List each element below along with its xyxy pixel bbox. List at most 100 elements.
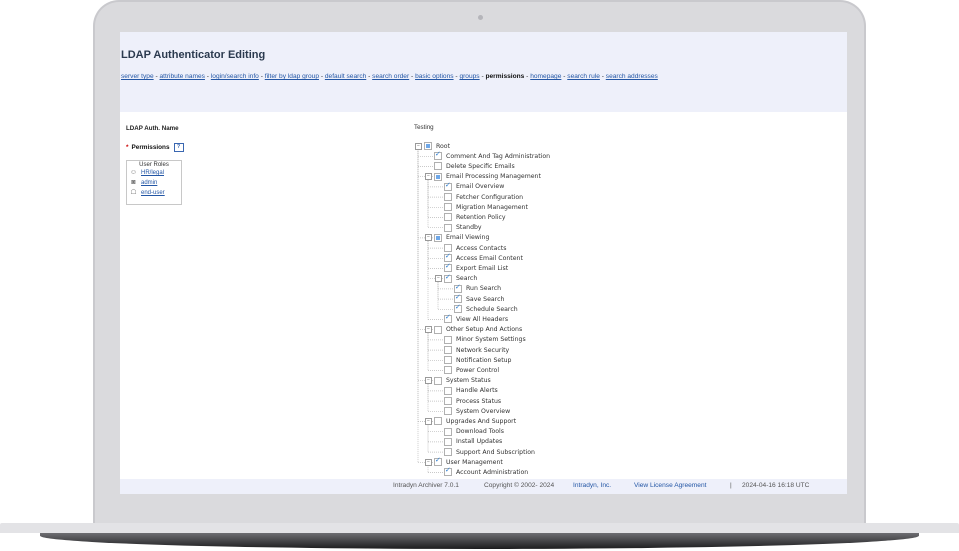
permission-checkbox[interactable] bbox=[434, 233, 442, 242]
tab-permissions[interactable]: permissions bbox=[485, 73, 524, 80]
permission-label[interactable]: Account Administration bbox=[456, 469, 528, 476]
tab-default-search[interactable]: default search bbox=[325, 73, 366, 80]
permission-label[interactable]: System Overview bbox=[456, 408, 510, 415]
permission-checkbox[interactable] bbox=[434, 417, 442, 426]
user-role-link[interactable]: end-user bbox=[141, 190, 165, 196]
permission-checkbox[interactable] bbox=[434, 172, 442, 181]
permission-checkbox[interactable] bbox=[434, 376, 442, 385]
permission-label[interactable]: Handle Alerts bbox=[456, 387, 498, 394]
tab-homepage[interactable]: homepage bbox=[530, 73, 561, 80]
permission-checkbox[interactable] bbox=[444, 223, 452, 232]
tree-toggle-icon[interactable]: − bbox=[425, 326, 432, 334]
permission-label[interactable]: Process Status bbox=[456, 398, 501, 405]
permission-checkbox[interactable] bbox=[444, 397, 452, 405]
permission-checkbox[interactable] bbox=[444, 213, 452, 222]
tab-filter-by-ldap-group[interactable]: filter by ldap group bbox=[265, 73, 319, 80]
page-header: LDAP Authenticator Editing server type -… bbox=[120, 32, 847, 112]
permission-label[interactable]: Access Email Content bbox=[456, 255, 523, 262]
permission-checkbox[interactable] bbox=[444, 356, 452, 365]
tree-toggle-icon[interactable]: − bbox=[415, 142, 422, 150]
tab-groups[interactable]: groups bbox=[459, 73, 479, 80]
permission-label[interactable]: Email Viewing bbox=[446, 234, 489, 241]
permission-checkbox[interactable] bbox=[424, 142, 432, 150]
permission-label[interactable]: Minor System Settings bbox=[456, 336, 526, 343]
tree-toggle-icon[interactable]: − bbox=[435, 275, 442, 283]
tree-toggle-icon[interactable]: − bbox=[425, 458, 432, 466]
permission-label[interactable]: Standby bbox=[456, 224, 482, 231]
permission-label[interactable]: Retention Policy bbox=[456, 214, 506, 221]
permission-checkbox[interactable] bbox=[444, 181, 452, 191]
laptop-base-bottom bbox=[40, 533, 919, 549]
tree-toggle-icon[interactable]: − bbox=[425, 173, 432, 181]
permission-label[interactable]: Install Updates bbox=[456, 438, 502, 445]
permission-checkbox[interactable] bbox=[454, 303, 462, 314]
permission-checkbox[interactable] bbox=[444, 262, 452, 273]
tree-toggle-icon[interactable]: − bbox=[425, 234, 432, 242]
permission-label[interactable]: View All Headers bbox=[456, 316, 508, 323]
permission-label[interactable]: Network Security bbox=[456, 347, 509, 354]
permission-label[interactable]: Upgrades And Support bbox=[446, 418, 516, 425]
permission-checkbox[interactable] bbox=[444, 407, 452, 416]
tab-search-addresses[interactable]: search addresses bbox=[606, 73, 658, 80]
permission-checkbox[interactable] bbox=[444, 252, 452, 263]
tab-attribute-names[interactable]: attribute names bbox=[160, 73, 205, 80]
help-icon[interactable]: ? bbox=[173, 143, 184, 152]
permission-label[interactable]: Save Search bbox=[466, 296, 504, 303]
permission-label[interactable]: Access Contacts bbox=[456, 245, 506, 252]
user-role-item[interactable]: ◙ admin bbox=[127, 178, 181, 188]
permission-checkbox[interactable] bbox=[444, 313, 452, 324]
permission-checkbox[interactable] bbox=[454, 293, 462, 303]
permission-checkbox[interactable] bbox=[434, 456, 442, 467]
permission-label[interactable]: Root bbox=[436, 143, 450, 150]
permission-label[interactable]: Delete Specific Emails bbox=[446, 163, 515, 170]
permission-label[interactable]: Notification Setup bbox=[456, 357, 511, 364]
permission-label[interactable]: Other Setup And Actions bbox=[446, 326, 522, 333]
permission-checkbox[interactable] bbox=[434, 162, 442, 171]
permission-checkbox[interactable] bbox=[444, 366, 452, 375]
tree-node: System Overview bbox=[444, 406, 510, 416]
user-role-item[interactable]: ☺ HR/legal bbox=[127, 168, 181, 178]
permission-checkbox[interactable] bbox=[444, 346, 452, 354]
tab-server-type[interactable]: server type bbox=[121, 73, 154, 80]
auth-name-label: LDAP Auth. Name bbox=[126, 125, 179, 132]
tree-node: Account Administration bbox=[444, 466, 528, 477]
permission-checkbox[interactable] bbox=[444, 193, 452, 201]
tab-search-order[interactable]: search order bbox=[372, 73, 409, 80]
permission-checkbox[interactable] bbox=[444, 466, 452, 477]
permission-label[interactable]: User Management bbox=[446, 459, 503, 466]
permission-checkbox[interactable] bbox=[444, 427, 452, 436]
permission-label[interactable]: Search bbox=[456, 275, 477, 282]
permission-label[interactable]: System Status bbox=[446, 377, 491, 384]
permission-checkbox[interactable] bbox=[444, 386, 452, 395]
permission-label[interactable]: Email Processing Management bbox=[446, 173, 541, 180]
user-role-item[interactable]: ☖ end-user bbox=[127, 188, 181, 198]
permission-label[interactable]: Export Email List bbox=[456, 265, 508, 272]
tab-basic-options[interactable]: basic options bbox=[415, 73, 454, 80]
tree-toggle-icon[interactable]: − bbox=[425, 377, 432, 385]
permission-label[interactable]: Support And Subscription bbox=[456, 449, 535, 456]
user-role-link[interactable]: HR/legal bbox=[141, 170, 164, 176]
permission-checkbox[interactable] bbox=[444, 244, 452, 252]
tree-toggle-icon[interactable]: − bbox=[425, 418, 432, 425]
permission-checkbox[interactable] bbox=[444, 448, 452, 456]
permission-checkbox[interactable] bbox=[434, 325, 442, 334]
permission-label[interactable]: Run Search bbox=[466, 285, 501, 292]
footer-license-link[interactable]: View License Agreement bbox=[634, 482, 706, 489]
permission-label[interactable]: Schedule Search bbox=[466, 306, 518, 313]
tab-search-rule[interactable]: search rule bbox=[567, 73, 600, 80]
permission-label[interactable]: Migration Management bbox=[456, 204, 528, 211]
tab-login-search-info[interactable]: login/search info bbox=[211, 73, 259, 80]
permission-checkbox[interactable] bbox=[444, 203, 452, 212]
permission-checkbox[interactable] bbox=[444, 335, 452, 344]
permission-label[interactable]: Comment And Tag Administration bbox=[446, 153, 550, 160]
permission-checkbox[interactable] bbox=[444, 437, 452, 446]
permission-label[interactable]: Download Tools bbox=[456, 428, 504, 435]
permission-checkbox[interactable] bbox=[454, 283, 462, 293]
footer-company-link[interactable]: Intradyn, Inc. bbox=[573, 482, 611, 489]
permission-label[interactable]: Email Overview bbox=[456, 183, 504, 190]
user-role-link[interactable]: admin bbox=[141, 180, 157, 186]
permission-label[interactable]: Power Control bbox=[456, 367, 499, 374]
permission-checkbox[interactable] bbox=[434, 150, 442, 161]
permission-checkbox[interactable] bbox=[444, 273, 452, 283]
permission-label[interactable]: Fetcher Configuration bbox=[456, 194, 523, 201]
